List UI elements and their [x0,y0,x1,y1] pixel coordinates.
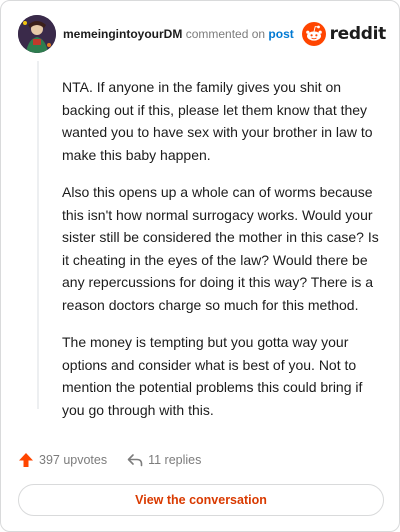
thread-line [37,61,39,409]
replies-button[interactable]: 11 replies [127,452,201,468]
username-link[interactable]: memeingintoyourDM [63,27,182,41]
reply-arrow-icon [127,454,143,467]
upvote-button[interactable]: 397 upvotes [18,452,107,468]
commented-on-text: commented on [185,27,266,41]
reddit-logo[interactable]: reddit [301,21,387,47]
comment-byline: memeingintoyourDM commented on post [63,27,294,41]
comment-paragraph-2: Also this opens up a whole can of worms … [62,184,379,313]
upvote-arrow-icon [19,453,33,467]
avatar-image [18,15,56,53]
comment-header: memeingintoyourDM commented on post redd… [18,15,386,55]
upvote-count: 397 upvotes [39,453,108,467]
view-conversation-button[interactable]: View the conversation [18,484,384,516]
comment-body: NTA. If anyone in the family gives you s… [62,76,380,436]
post-link[interactable]: post [268,27,293,41]
comment-paragraph-3: The money is tempting but you gotta way … [62,334,363,418]
comment-actions: 397 upvotes 11 replies [18,450,221,470]
reddit-snoo-icon [301,22,326,46]
user-avatar[interactable] [18,15,56,53]
comment-paragraph-1: NTA. If anyone in the family gives you s… [62,79,373,163]
reply-count: 11 replies [148,453,202,467]
comment-card: memeingintoyourDM commented on post redd… [0,0,400,532]
reddit-wordmark: reddit [329,24,387,44]
